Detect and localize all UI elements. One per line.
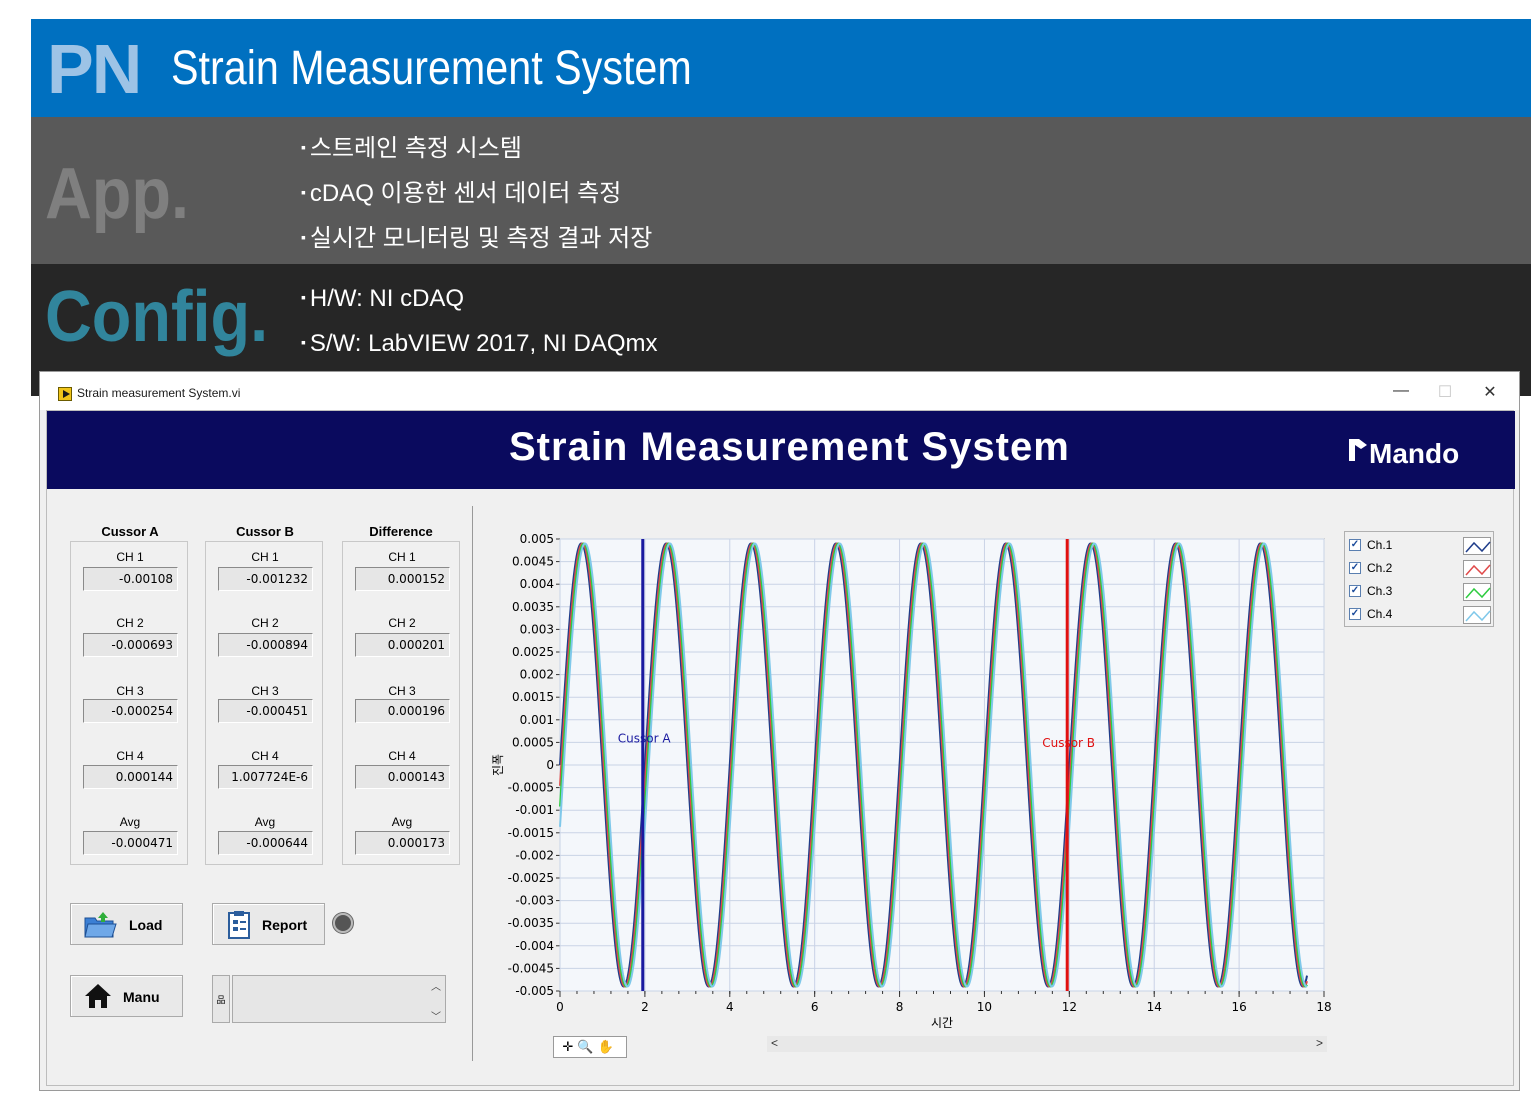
labview-run-icon (58, 387, 72, 401)
x-tick-label: 16 (1231, 1000, 1246, 1014)
legend-label: Ch.3 (1367, 584, 1393, 598)
title-band: PN Strain Measurement System (31, 19, 1531, 117)
app-bullet: 스트레인 측정 시스템 (301, 132, 652, 177)
legend-checkbox[interactable]: ✓ (1349, 562, 1361, 574)
y-tick-label: 0.001 (520, 713, 554, 727)
y-tick-label: -0.0045 (508, 961, 554, 975)
graph-scrollbar[interactable]: < > (767, 1036, 1327, 1052)
legend-label: Ch.4 (1367, 607, 1393, 621)
legend-item[interactable]: ✓ Ch.1 (1349, 536, 1491, 556)
window-titlebar[interactable]: Strain measurement System.vi — ☐ ✕ (40, 372, 1519, 410)
y-axis-label: 진폭 (491, 754, 505, 776)
front-panel: Strain Measurement System Mando Cussor A… (46, 410, 1515, 1087)
app-tag: App. (45, 154, 189, 234)
x-tick-label: 8 (896, 1000, 904, 1014)
x-axis-label: 시간 (931, 1016, 953, 1030)
y-tick-label: -0.004 (515, 939, 554, 953)
config-tag: Config. (45, 277, 269, 357)
x-tick-label: 18 (1316, 1000, 1331, 1014)
waveform-graph[interactable]: 0.005 0.0045 0.004 0.0035 0.003 0.0025 0.002 0.… (47, 411, 1515, 1087)
legend-swatch[interactable] (1463, 606, 1491, 624)
x-tick-label: 12 (1062, 1000, 1077, 1014)
legend-item[interactable]: ✓ Ch.2 (1349, 559, 1491, 579)
y-tick-label: 0.0015 (512, 690, 554, 704)
labview-window: Strain measurement System.vi — ☐ ✕ Strai… (39, 371, 1520, 1091)
app-bullet: 실시간 모니터링 및 측정 결과 저장 (301, 222, 652, 267)
y-tick-label: 0.005 (520, 532, 554, 546)
window-title: Strain measurement System.vi (77, 386, 241, 400)
y-tick-label: -0.0015 (508, 826, 554, 840)
x-tick-label: 4 (726, 1000, 734, 1014)
app-band: App. 스트레인 측정 시스템 cDAQ 이용한 센서 데이터 측정 실시간 … (31, 117, 1531, 264)
y-tick-label: 0 (546, 758, 554, 772)
legend-checkbox[interactable]: ✓ (1349, 608, 1361, 620)
close-button[interactable]: ✕ (1475, 382, 1505, 402)
config-bullets: H/W: NI cDAQ S/W: LabVIEW 2017, NI DAQmx (301, 282, 658, 372)
y-tick-label: -0.0035 (508, 916, 554, 930)
legend-item[interactable]: ✓ Ch.3 (1349, 582, 1491, 602)
y-tick-label: -0.0025 (508, 871, 554, 885)
y-tick-label: 0.0025 (512, 645, 554, 659)
y-tick-label: -0.005 (515, 984, 554, 998)
y-tick-label: 0.0035 (512, 600, 554, 614)
scroll-right-icon[interactable]: > (1316, 1036, 1323, 1050)
y-tick-label: 0.0045 (512, 555, 554, 569)
minimize-button[interactable]: — (1386, 382, 1416, 400)
graph-palette[interactable]: ✛🔍✋ (553, 1036, 627, 1058)
x-tick-label: 0 (556, 1000, 564, 1014)
config-bullet: H/W: NI cDAQ (301, 282, 658, 327)
y-tick-label: -0.002 (515, 848, 554, 862)
x-tick-label: 14 (1147, 1000, 1162, 1014)
config-bullet: S/W: LabVIEW 2017, NI DAQmx (301, 327, 658, 372)
legend-swatch[interactable] (1463, 537, 1491, 555)
legend-label: Ch.2 (1367, 561, 1393, 575)
y-tick-label: 0.003 (520, 622, 554, 636)
y-tick-label: -0.001 (515, 803, 554, 817)
legend-item[interactable]: ✓ Ch.4 (1349, 605, 1491, 625)
legend-checkbox[interactable]: ✓ (1349, 539, 1361, 551)
y-tick-label: 0.004 (520, 577, 554, 591)
x-tick-label: 2 (641, 1000, 649, 1014)
app-bullets: 스트레인 측정 시스템 cDAQ 이용한 센서 데이터 측정 실시간 모니터링 … (301, 132, 652, 267)
x-tick-label: 10 (977, 1000, 992, 1014)
maximize-button[interactable]: ☐ (1430, 382, 1460, 402)
cursor-label: Cussor B (1042, 736, 1095, 750)
plot-legend: ✓ Ch.1 ✓ Ch.2 ✓ Ch.3 ✓ Ch.4 (1344, 531, 1494, 627)
slide: PN Strain Measurement System App. 스트레인 측… (0, 0, 1534, 1105)
x-tick-label: 6 (811, 1000, 819, 1014)
scroll-left-icon[interactable]: < (771, 1036, 778, 1050)
app-bullet: cDAQ 이용한 센서 데이터 측정 (301, 177, 652, 222)
pn-tag: PN (47, 30, 142, 108)
y-tick-label: -0.0005 (508, 781, 554, 795)
legend-swatch[interactable] (1463, 560, 1491, 578)
slide-title: Strain Measurement System (171, 42, 692, 95)
cursor-label: Cussor A (618, 731, 672, 745)
legend-swatch[interactable] (1463, 583, 1491, 601)
y-tick-label: 0.002 (520, 668, 554, 682)
y-tick-label: -0.003 (515, 894, 554, 908)
y-tick-label: 0.0005 (512, 735, 554, 749)
legend-checkbox[interactable]: ✓ (1349, 585, 1361, 597)
legend-label: Ch.1 (1367, 538, 1393, 552)
